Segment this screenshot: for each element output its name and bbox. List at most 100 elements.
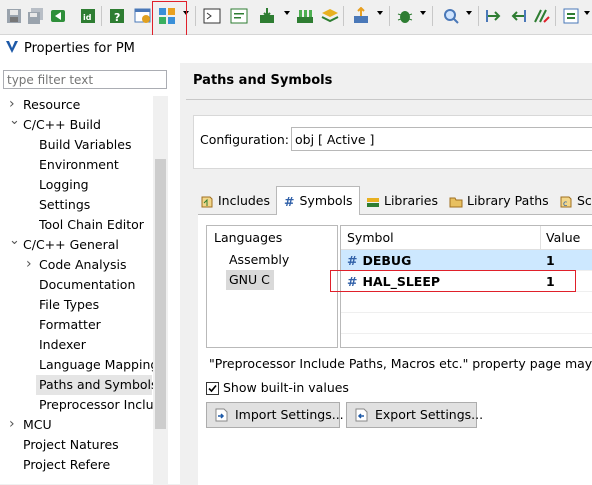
build-icon[interactable] bbox=[258, 7, 276, 25]
window-config-icon[interactable] bbox=[134, 7, 152, 25]
tree-item[interactable]: Paths and Symbols bbox=[39, 375, 153, 395]
svg-text:id: id bbox=[83, 13, 92, 22]
tab-library-paths-label: Library Paths bbox=[467, 193, 549, 208]
export-settings-icon bbox=[355, 408, 368, 422]
configuration-value: obj [ Active ] bbox=[295, 132, 375, 147]
settings-dropdown-icon[interactable] bbox=[584, 11, 590, 15]
language-item[interactable]: Assembly bbox=[229, 250, 289, 270]
tab-source-label: Sc bbox=[577, 193, 592, 208]
tab-library-paths[interactable]: Library Paths bbox=[449, 189, 549, 213]
checkmark-icon bbox=[208, 384, 217, 393]
libraries-icon bbox=[367, 197, 379, 207]
toolbar-separator bbox=[343, 6, 344, 26]
save-icon[interactable] bbox=[5, 7, 23, 25]
app-logo-icon bbox=[6, 41, 18, 53]
language-item[interactable]: GNU C bbox=[229, 270, 270, 290]
settings-icon[interactable] bbox=[562, 7, 580, 25]
library-paths-icon bbox=[449, 197, 463, 207]
toolbar-separator bbox=[478, 6, 479, 26]
import-icon bbox=[215, 408, 228, 422]
tab-libraries-label: Libraries bbox=[384, 193, 438, 208]
tree-item[interactable]: Project Natures bbox=[23, 435, 119, 455]
tree-item[interactable]: Language Mapping bbox=[39, 355, 153, 375]
search-dropdown-icon[interactable] bbox=[466, 11, 472, 15]
export-dropdown-icon[interactable] bbox=[377, 11, 383, 15]
chevron-down-icon[interactable]: ⌄ bbox=[9, 233, 20, 248]
grid-line bbox=[341, 333, 592, 334]
tab-symbols[interactable]: # Symbols bbox=[284, 189, 353, 213]
tree-item[interactable]: Documentation bbox=[39, 275, 135, 295]
column-header-value[interactable]: Value bbox=[546, 228, 580, 248]
source-icon: c bbox=[560, 196, 572, 208]
tree-item[interactable]: Indexer bbox=[39, 335, 86, 355]
tree-item[interactable]: Build Variables bbox=[39, 135, 131, 155]
toolbar-separator bbox=[432, 6, 433, 26]
tab-libraries[interactable]: Libraries bbox=[366, 189, 438, 213]
tab-includes[interactable]: Includes bbox=[200, 189, 270, 213]
chevron-right-icon[interactable]: › bbox=[26, 256, 32, 272]
step-into-icon[interactable] bbox=[485, 7, 503, 25]
debug-icon[interactable] bbox=[396, 7, 414, 25]
column-header-symbol[interactable]: Symbol bbox=[347, 228, 394, 248]
show-builtin-checkbox[interactable] bbox=[206, 382, 219, 395]
layers-icon[interactable] bbox=[321, 7, 339, 25]
tree-item[interactable]: Settings bbox=[39, 195, 90, 215]
tree-item[interactable]: Tool Chain Editor bbox=[39, 215, 144, 235]
column-divider[interactable] bbox=[540, 226, 541, 249]
terminal-icon[interactable] bbox=[203, 7, 221, 25]
toolbar-separator bbox=[101, 6, 102, 26]
search-icon[interactable] bbox=[442, 7, 460, 25]
tree-item[interactable]: Logging bbox=[39, 175, 89, 195]
save-all-icon[interactable] bbox=[27, 7, 45, 25]
tree-scrollbar-thumb[interactable] bbox=[155, 159, 166, 429]
tree-item[interactable]: C/C++ General bbox=[23, 235, 119, 255]
import-settings-label: Import Settings... bbox=[235, 407, 344, 422]
table-row[interactable]: # DEBUG bbox=[347, 251, 411, 271]
tree-item[interactable]: Resource bbox=[23, 95, 80, 115]
tree-item[interactable]: Environment bbox=[39, 155, 119, 175]
svg-text:c: c bbox=[563, 199, 567, 208]
export-settings-label: Export Settings... bbox=[375, 407, 484, 422]
id-icon[interactable]: id bbox=[79, 7, 97, 25]
show-builtin-label[interactable]: Show built-in values bbox=[223, 380, 349, 395]
build-dropdown-icon[interactable] bbox=[284, 11, 290, 15]
info-text: "Preprocessor Include Paths, Macros etc.… bbox=[209, 356, 592, 371]
chevron-down-icon[interactable]: ⌄ bbox=[9, 113, 20, 128]
import-settings-button[interactable]: Import Settings... bbox=[206, 402, 344, 428]
dialog-title-bar: Properties for PM bbox=[0, 35, 592, 63]
toolbar-highlight-box bbox=[152, 1, 187, 37]
chevron-right-icon[interactable]: › bbox=[9, 416, 15, 432]
symbol-value[interactable]: 1 bbox=[546, 251, 555, 271]
macro-icon: # bbox=[347, 253, 358, 268]
tree-item[interactable]: Code Analysis bbox=[39, 255, 126, 275]
chevron-right-icon[interactable]: › bbox=[9, 96, 15, 112]
tree-item[interactable]: File Types bbox=[39, 295, 99, 315]
filter-input[interactable] bbox=[3, 70, 167, 89]
debug-dropdown-icon[interactable] bbox=[420, 11, 426, 15]
build-all-icon[interactable] bbox=[296, 7, 314, 25]
hash-icon: # bbox=[284, 193, 295, 209]
page-title: Paths and Symbols bbox=[193, 73, 333, 88]
title-divider bbox=[186, 99, 592, 100]
restore-icon[interactable] bbox=[49, 7, 67, 25]
export-settings-button[interactable]: Export Settings... bbox=[346, 402, 483, 428]
export-icon[interactable] bbox=[352, 7, 370, 25]
row-highlight-box bbox=[330, 270, 576, 292]
tree-item[interactable]: Formatter bbox=[39, 315, 101, 335]
console-icon[interactable] bbox=[230, 7, 248, 25]
toolbar-separator bbox=[195, 6, 196, 26]
resume-icon[interactable] bbox=[533, 7, 551, 25]
toolbar-separator bbox=[555, 6, 556, 26]
tab-source-location[interactable]: c Sc bbox=[559, 189, 592, 213]
tab-includes-label: Includes bbox=[218, 193, 271, 208]
step-over-icon[interactable] bbox=[509, 7, 527, 25]
tree-item[interactable]: MCU bbox=[23, 415, 52, 435]
tree-item[interactable]: Project Refere bbox=[23, 455, 110, 475]
svg-text:?: ? bbox=[114, 11, 120, 24]
tree-item[interactable]: C/C++ Build bbox=[23, 115, 101, 135]
dialog-title: Properties for PM bbox=[24, 41, 135, 56]
grid-line bbox=[341, 312, 592, 313]
tree-item[interactable]: Preprocessor Incluc bbox=[39, 395, 153, 415]
main-toolbar: id ? bbox=[0, 0, 592, 37]
help-icon[interactable]: ? bbox=[108, 7, 126, 25]
